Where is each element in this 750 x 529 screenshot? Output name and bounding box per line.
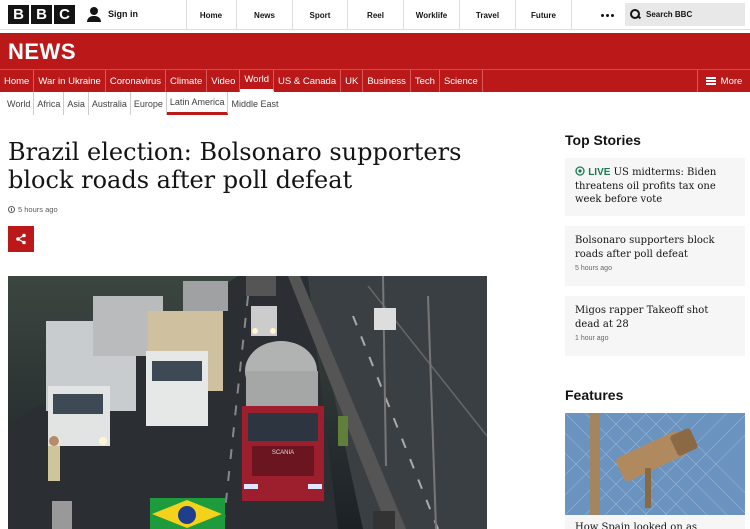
sign-in-link[interactable]: Sign in <box>86 6 138 22</box>
story-title: Migos rapper Takeoff shot dead at 28 <box>575 305 709 330</box>
sub-nav-item-active[interactable]: Latin America <box>166 92 229 115</box>
search-icon <box>630 9 641 20</box>
global-nav: Home News Sport Reel Worklife Travel Fut… <box>186 0 572 30</box>
global-nav-travel[interactable]: Travel <box>460 0 516 30</box>
bbc-logo-letter: B <box>8 5 29 24</box>
global-nav-home[interactable]: Home <box>186 0 237 30</box>
top-story-card[interactable]: Migos rapper Takeoff shot dead at 28 1 h… <box>565 296 745 356</box>
user-icon <box>86 6 102 22</box>
truck-brand-text: SCANIA <box>272 450 294 456</box>
more-menu-icon[interactable] <box>594 0 620 30</box>
global-nav-news[interactable]: News <box>237 0 293 30</box>
highway-trucks-image: SCANIA <box>8 276 487 529</box>
section-nav-item[interactable]: Coronavirus <box>106 70 167 92</box>
top-story-card[interactable]: Bolsonaro supporters block roads after p… <box>565 226 745 286</box>
news-banner: NEWS <box>0 33 750 69</box>
article-photo: SCANIA <box>8 276 487 529</box>
more-label: More <box>720 75 743 87</box>
article-timestamp: 5 hours ago <box>8 205 58 214</box>
section-nav-item[interactable]: Video <box>207 70 241 92</box>
feature-image[interactable] <box>565 413 745 515</box>
section-nav-item-active[interactable]: World <box>240 70 275 92</box>
sign-in-label: Sign in <box>108 9 138 19</box>
global-nav-worklife[interactable]: Worklife <box>404 0 460 30</box>
search-placeholder: Search BBC <box>646 10 693 19</box>
global-nav-future[interactable]: Future <box>516 0 572 30</box>
sub-nav-item[interactable]: Middle East <box>228 92 281 115</box>
section-nav-item[interactable]: War in Ukraine <box>34 70 106 92</box>
features-heading: Features <box>565 387 624 403</box>
global-header: B B C Sign in Home News Sport Reel Workl… <box>0 0 750 30</box>
share-icon <box>16 233 26 245</box>
live-badge: LIVE <box>588 167 611 178</box>
bbc-logo[interactable]: B B C <box>8 5 75 24</box>
story-time: 5 hours ago <box>575 265 612 272</box>
bbc-logo-letter: B <box>31 5 52 24</box>
section-nav-item[interactable]: Climate <box>166 70 208 92</box>
section-nav-item[interactable]: UK <box>341 70 364 92</box>
cctv-camera-image <box>565 413 745 515</box>
section-more-button[interactable]: More <box>697 70 750 92</box>
article-headline: Brazil election: Bolsonaro supporters bl… <box>8 138 462 194</box>
section-nav-item[interactable]: Tech <box>411 70 440 92</box>
sub-nav-item[interactable]: Australia <box>89 92 131 115</box>
sub-nav-item[interactable]: World <box>4 92 35 115</box>
search-box[interactable]: Search BBC <box>625 3 745 26</box>
feature-title[interactable]: How Spain looked on as <box>565 515 745 529</box>
sub-nav-item[interactable]: Europe <box>131 92 167 115</box>
story-title: Bolsonaro supporters block roads after p… <box>575 235 715 260</box>
sub-nav-item[interactable]: Asia <box>64 92 89 115</box>
global-nav-sport[interactable]: Sport <box>293 0 348 30</box>
section-nav: Home War in Ukraine Coronavirus Climate … <box>0 69 750 92</box>
section-nav-item[interactable]: Business <box>363 70 411 92</box>
top-story-card[interactable]: LIVE US midterms: Biden threatens oil pr… <box>565 158 745 216</box>
news-brand[interactable]: NEWS <box>8 39 76 65</box>
sub-nav-item[interactable]: Africa <box>34 92 65 115</box>
sub-nav: World Africa Asia Australia Europe Latin… <box>0 92 750 115</box>
section-nav-item[interactable]: US & Canada <box>274 70 342 92</box>
story-time: 1 hour ago <box>575 335 609 342</box>
section-nav-item[interactable]: Science <box>440 70 483 92</box>
story-title-wrap: LIVE US midterms: Biden threatens oil pr… <box>575 166 735 207</box>
share-button[interactable] <box>8 226 34 252</box>
hamburger-icon <box>705 77 716 85</box>
global-nav-reel[interactable]: Reel <box>348 0 404 30</box>
top-stories-heading: Top Stories <box>565 132 641 148</box>
clock-icon <box>8 206 15 213</box>
section-nav-item[interactable]: Home <box>0 70 35 92</box>
live-icon <box>575 166 585 176</box>
timestamp-text: 5 hours ago <box>18 205 58 214</box>
bbc-logo-letter: C <box>54 5 75 24</box>
